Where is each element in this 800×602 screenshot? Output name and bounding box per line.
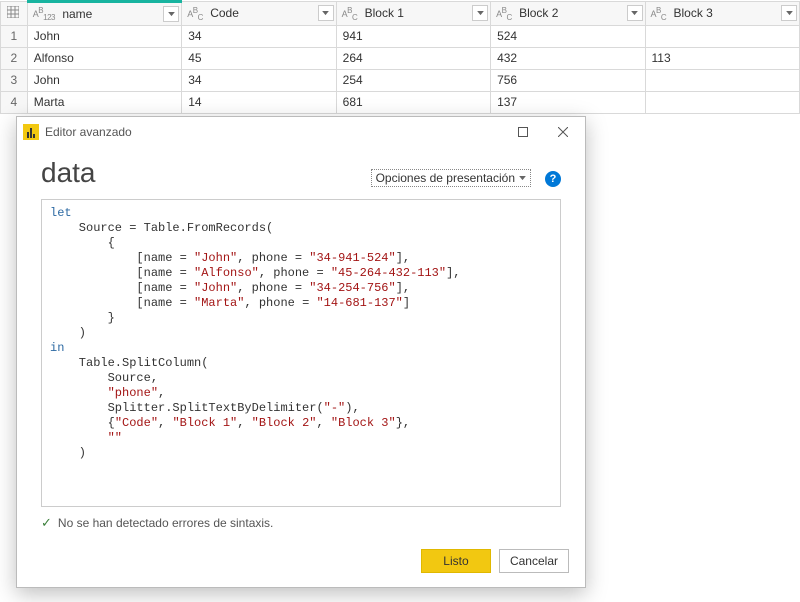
table-row[interactable]: 4 Marta 14 681 137 (1, 91, 800, 113)
cell[interactable]: 432 (491, 47, 645, 69)
col-header-name[interactable]: AB123 name (27, 2, 181, 26)
row-number[interactable]: 2 (1, 47, 28, 69)
advanced-editor-dialog: Editor avanzado data Opciones de present… (16, 116, 586, 588)
col-header-code[interactable]: ABC Code (182, 2, 336, 26)
cancel-button[interactable]: Cancelar (499, 549, 569, 573)
table-row[interactable]: 3 John 34 254 756 (1, 69, 800, 91)
dialog-button-row: Listo Cancelar (17, 541, 585, 587)
filter-dropdown-icon[interactable] (627, 5, 643, 21)
type-icon-any: AB123 (33, 6, 55, 22)
syntax-status: ✓ No se han detectado errores de sintaxi… (41, 515, 561, 531)
table-row[interactable]: 1 John 34 941 524 (1, 25, 800, 47)
cell[interactable]: 756 (491, 69, 645, 91)
filter-dropdown-icon[interactable] (318, 5, 334, 21)
data-grid: AB123 name ABC Code ABC Block 1 (0, 0, 800, 114)
col-header-block1[interactable]: ABC Block 1 (336, 2, 490, 26)
col-label: Block 3 (674, 6, 713, 20)
dialog-titlebar[interactable]: Editor avanzado (17, 117, 585, 147)
check-icon: ✓ (41, 515, 52, 531)
filter-dropdown-icon[interactable] (472, 5, 488, 21)
display-options-label: Opciones de presentación (376, 171, 515, 185)
col-label: name (62, 7, 92, 21)
table-corner[interactable] (1, 2, 28, 26)
type-icon-text: ABC (651, 6, 667, 22)
cell[interactable]: John (27, 69, 181, 91)
header-row: AB123 name ABC Code ABC Block 1 (1, 2, 800, 26)
col-label: Block 2 (519, 6, 558, 20)
cell[interactable]: Alfonso (27, 47, 181, 69)
row-number[interactable]: 4 (1, 91, 28, 113)
close-button[interactable] (543, 117, 583, 147)
type-icon-text: ABC (187, 6, 203, 22)
display-options-dropdown[interactable]: Opciones de presentación (371, 169, 531, 187)
powerbi-icon (23, 124, 39, 140)
row-number[interactable]: 1 (1, 25, 28, 47)
filter-dropdown-icon[interactable] (781, 5, 797, 21)
col-header-block2[interactable]: ABC Block 2 (491, 2, 645, 26)
ok-button[interactable]: Listo (421, 549, 491, 573)
cell[interactable] (645, 69, 799, 91)
m-code-editor[interactable]: let Source = Table.FromRecords( { [name … (41, 199, 561, 507)
chevron-down-icon (519, 176, 526, 181)
cell[interactable]: 137 (491, 91, 645, 113)
help-button[interactable]: ? (545, 171, 561, 187)
cell[interactable]: 264 (336, 47, 490, 69)
cell[interactable]: 254 (336, 69, 490, 91)
cell[interactable]: 34 (182, 25, 336, 47)
grid-body: 1 John 34 941 524 2 Alfonso 45 264 432 1… (1, 25, 800, 113)
cell[interactable]: 941 (336, 25, 490, 47)
help-icon-text: ? (550, 173, 557, 185)
cell[interactable]: 113 (645, 47, 799, 69)
cell[interactable] (645, 91, 799, 113)
col-label: Block 1 (365, 6, 404, 20)
cell[interactable] (645, 25, 799, 47)
query-name: data (41, 157, 371, 189)
table-icon (7, 6, 19, 18)
table-row[interactable]: 2 Alfonso 45 264 432 113 (1, 47, 800, 69)
cell[interactable]: 34 (182, 69, 336, 91)
filter-dropdown-icon[interactable] (163, 6, 179, 22)
cell[interactable]: 45 (182, 47, 336, 69)
cell[interactable]: 681 (336, 91, 490, 113)
maximize-icon (518, 127, 528, 137)
cell[interactable]: 524 (491, 25, 645, 47)
maximize-button[interactable] (503, 117, 543, 147)
type-icon-text: ABC (496, 6, 512, 22)
col-label: Code (210, 6, 239, 20)
cell[interactable]: John (27, 25, 181, 47)
col-header-block3[interactable]: ABC Block 3 (645, 2, 799, 26)
close-icon (558, 127, 568, 137)
cell[interactable]: 14 (182, 91, 336, 113)
cell[interactable]: Marta (27, 91, 181, 113)
syntax-status-text: No se han detectado errores de sintaxis. (58, 516, 273, 530)
dialog-title: Editor avanzado (45, 125, 132, 139)
row-number[interactable]: 3 (1, 69, 28, 91)
type-icon-text: ABC (342, 6, 358, 22)
